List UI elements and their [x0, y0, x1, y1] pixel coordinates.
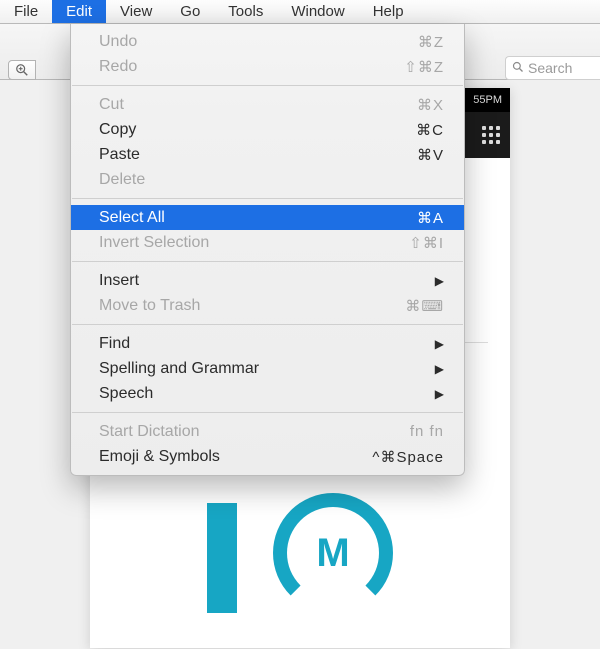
menu-item-speech[interactable]: Speech ▶ [71, 381, 464, 406]
menu-item-label: Find [99, 335, 427, 353]
menu-item-shortcut: ⌘X [417, 96, 444, 114]
menu-label: View [120, 3, 152, 20]
magnifier-plus-icon [15, 63, 29, 77]
submenu-arrow-icon: ▶ [435, 387, 444, 401]
menu-item-label: Paste [99, 146, 417, 164]
edit-menu-dropdown: Undo⌘ZRedo⇧⌘ZCut⌘XCopy⌘CPaste⌘VDeleteSel… [70, 24, 465, 476]
menu-item-shortcut: ⌘V [417, 146, 444, 164]
logo-letter: M [316, 531, 349, 576]
menu-separator [72, 261, 463, 262]
menu-item-shortcut: ^⌘Space [372, 448, 444, 466]
menu-item-label: Spelling and Grammar [99, 360, 427, 378]
menu-item-label: Speech [99, 385, 427, 403]
search-icon [512, 61, 524, 76]
menu-item-label: Cut [99, 96, 417, 114]
menu-item-redo: Redo⇧⌘Z [71, 54, 464, 79]
menu-item-cut: Cut⌘X [71, 92, 464, 117]
menu-item-undo: Undo⌘Z [71, 29, 464, 54]
search-placeholder: Search [528, 60, 572, 76]
menu-item-select-all[interactable]: Select All⌘A [71, 205, 464, 230]
menu-label: File [14, 3, 38, 20]
menu-item-delete: Delete [71, 167, 464, 192]
menu-item-label: Invert Selection [99, 234, 409, 252]
menu-item-emoji-symbols[interactable]: Emoji & Symbols^⌘Space [71, 444, 464, 469]
search-input[interactable]: Search [505, 56, 600, 80]
menu-help[interactable]: Help [359, 0, 418, 23]
menu-separator [72, 85, 463, 86]
menu-item-label: Select All [99, 209, 417, 227]
menu-edit[interactable]: Edit [52, 0, 106, 23]
menu-separator [72, 412, 463, 413]
menu-label: Window [291, 3, 344, 20]
menu-item-move-to-trash: Move to Trash⌘⌨ [71, 293, 464, 318]
menu-item-paste[interactable]: Paste⌘V [71, 142, 464, 167]
menu-item-shortcut: ⌘⌨ [405, 297, 444, 315]
logo-graphic: M [112, 503, 488, 623]
menu-file[interactable]: File [0, 0, 52, 23]
submenu-arrow-icon: ▶ [435, 274, 444, 288]
menu-item-start-dictation: Start Dictationfn fn [71, 419, 464, 444]
menu-item-label: Emoji & Symbols [99, 448, 372, 466]
grid-menu-icon [482, 126, 500, 144]
menu-window[interactable]: Window [277, 0, 358, 23]
zoom-in-button[interactable] [8, 60, 36, 80]
menu-item-shortcut: ⌘Z [418, 33, 444, 51]
menu-go[interactable]: Go [166, 0, 214, 23]
menu-item-shortcut: ⌘C [416, 121, 444, 139]
menubar: File Edit View Go Tools Window Help [0, 0, 600, 24]
menu-label: Edit [66, 3, 92, 20]
menu-label: Tools [228, 3, 263, 20]
submenu-arrow-icon: ▶ [435, 337, 444, 351]
menu-item-shortcut: fn fn [410, 423, 444, 440]
menu-view[interactable]: View [106, 0, 166, 23]
menu-item-label: Insert [99, 272, 427, 290]
menu-item-spelling-and-grammar[interactable]: Spelling and Grammar ▶ [71, 356, 464, 381]
menu-label: Help [373, 3, 404, 20]
menu-item-label: Move to Trash [99, 297, 405, 315]
menu-item-label: Delete [99, 171, 444, 189]
menu-item-label: Start Dictation [99, 423, 410, 441]
menu-item-label: Undo [99, 33, 418, 51]
menu-item-copy[interactable]: Copy⌘C [71, 117, 464, 142]
menu-item-shortcut: ⌘A [417, 209, 444, 227]
menu-item-shortcut: ⇧⌘Z [404, 58, 444, 76]
menu-item-shortcut: ⇧⌘I [409, 234, 444, 252]
menu-item-invert-selection: Invert Selection⇧⌘I [71, 230, 464, 255]
menu-item-find[interactable]: Find ▶ [71, 331, 464, 356]
menu-tools[interactable]: Tools [214, 0, 277, 23]
menu-label: Go [180, 3, 200, 20]
menu-separator [72, 324, 463, 325]
menu-separator [72, 198, 463, 199]
menu-item-insert[interactable]: Insert ▶ [71, 268, 464, 293]
menu-item-label: Copy [99, 121, 416, 139]
submenu-arrow-icon: ▶ [435, 362, 444, 376]
menu-item-label: Redo [99, 58, 404, 76]
phone-time: 55PM [473, 94, 502, 106]
